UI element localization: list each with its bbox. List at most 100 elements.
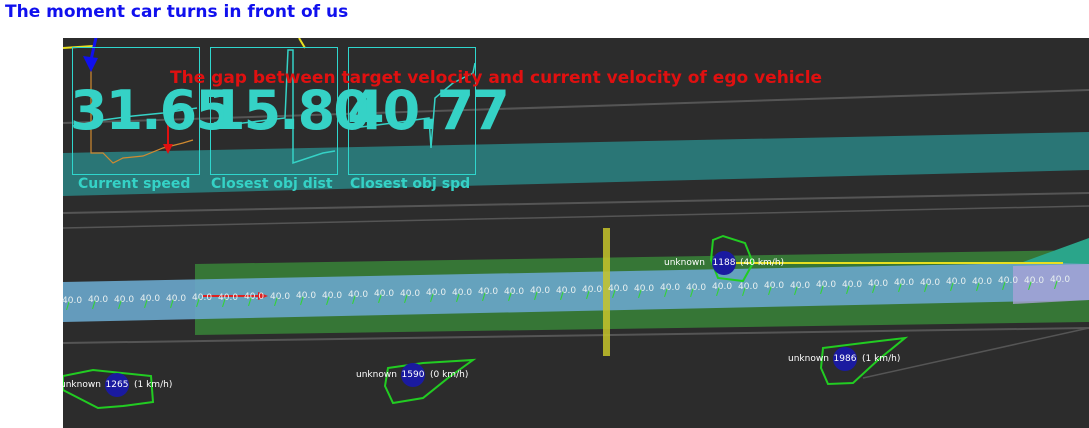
path-velocity-label: 40.0 bbox=[894, 278, 915, 289]
closest-obj-dist-label: Closest obj dist bbox=[211, 176, 333, 192]
path-waypoint-icon: ∕ bbox=[768, 286, 772, 298]
path-waypoint-icon: ∕ bbox=[196, 298, 200, 310]
path-velocity-label: 40.0 bbox=[374, 289, 395, 300]
path-waypoint-icon: ∕ bbox=[742, 286, 746, 298]
path-velocity-label: 40.0 bbox=[270, 291, 291, 302]
path-waypoint-icon: ∕ bbox=[1028, 280, 1032, 292]
object-speed-label: (1 km/h) bbox=[134, 380, 173, 390]
annotation-velocity-gap: The gap between target velocity and curr… bbox=[170, 68, 823, 88]
path-velocity-label: 40.0 bbox=[738, 281, 759, 292]
path-waypoint-icon: ∕ bbox=[638, 288, 642, 300]
path-waypoint-icon: ∕ bbox=[352, 294, 356, 306]
path-velocity-label: 40.0 bbox=[790, 280, 811, 291]
path-velocity-label: 40.0 bbox=[192, 293, 213, 304]
path-velocity-label: 40.0 bbox=[946, 277, 967, 288]
object-speed-label: (0 km/h) bbox=[430, 370, 469, 380]
path-velocity-label: 40.0 bbox=[140, 294, 161, 305]
path-velocity-label: 40.0 bbox=[556, 285, 577, 296]
path-velocity-label: 40.0 bbox=[426, 288, 447, 299]
path-waypoint-icon: ∕ bbox=[404, 293, 408, 305]
path-velocity-label: 40.0 bbox=[1024, 275, 1045, 286]
path-waypoint-icon: ∕ bbox=[794, 285, 798, 297]
path-waypoint-icon: ∕ bbox=[898, 283, 902, 295]
path-velocity-label: 40.0 bbox=[400, 288, 421, 299]
closest-obj-spd-value: 40.77 bbox=[347, 79, 510, 142]
path-waypoint-icon: ∕ bbox=[612, 289, 616, 301]
current-speed-label: Current speed bbox=[78, 176, 191, 192]
object-speed-label: (40 km/h) bbox=[740, 258, 785, 268]
path-velocity-label: 40.0 bbox=[634, 283, 655, 294]
path-waypoint-icon: ∕ bbox=[430, 293, 434, 305]
path-waypoint-icon: ∕ bbox=[118, 299, 122, 311]
path-velocity-label: 40.0 bbox=[166, 293, 187, 304]
path-waypoint-icon: ∕ bbox=[326, 295, 330, 307]
path-waypoint-icon: ∕ bbox=[248, 297, 252, 309]
path-waypoint-icon: ∕ bbox=[872, 283, 876, 295]
path-waypoint-icon: ∕ bbox=[66, 301, 70, 312]
path-waypoint-icon: ∕ bbox=[144, 299, 148, 311]
path-waypoint-icon: ∕ bbox=[846, 284, 850, 296]
path-velocity-label: 40.0 bbox=[868, 278, 889, 289]
path-velocity-label: 40.0 bbox=[504, 286, 525, 297]
path-velocity-label: 40.0 bbox=[582, 285, 603, 295]
path-waypoint-icon: ∕ bbox=[1002, 281, 1006, 293]
path-velocity-label: 40.0 bbox=[62, 296, 83, 306]
object-type-label: unknown bbox=[664, 258, 705, 268]
object-type-label: unknown bbox=[788, 354, 829, 364]
path-waypoint-icon: ∕ bbox=[170, 298, 174, 310]
path-waypoint-icon: ∕ bbox=[820, 285, 824, 297]
path-velocity-label: 40.0 bbox=[686, 282, 707, 293]
path-velocity-label: 40.0 bbox=[972, 276, 993, 287]
path-velocity-label: 40.0 bbox=[998, 276, 1019, 287]
path-velocity-label: 40.0 bbox=[816, 280, 837, 291]
object-type-label: unknown bbox=[356, 370, 397, 380]
path-velocity-label: 40.0 bbox=[218, 292, 239, 303]
road-line bbox=[862, 327, 1089, 379]
path-velocity-label: 40.0 bbox=[478, 287, 499, 298]
path-waypoint-icon: ∕ bbox=[586, 290, 590, 301]
current-speed-value: 31.65 bbox=[70, 79, 233, 142]
object-type-label: unknown bbox=[60, 380, 101, 390]
path-waypoint-icon: ∕ bbox=[664, 288, 668, 300]
path-waypoint-icon: ∕ bbox=[924, 282, 928, 294]
path-waypoint-icon: ∕ bbox=[456, 292, 460, 304]
path-velocity-label: 40.0 bbox=[608, 284, 629, 295]
path-waypoint-icon: ∕ bbox=[534, 291, 538, 303]
path-velocity-label: 40.0 bbox=[348, 289, 369, 300]
path-velocity-label: 40.0 bbox=[244, 292, 265, 303]
path-velocity-label: 40.0 bbox=[660, 283, 681, 294]
path-velocity-label: 40.0 bbox=[114, 294, 135, 305]
path-velocity-label: 40.0 bbox=[296, 291, 317, 302]
path-waypoint-icon: ∕ bbox=[976, 281, 980, 293]
path-waypoint-icon: ∕ bbox=[690, 287, 694, 299]
object-id-badge[interactable]: 1265 bbox=[105, 373, 129, 397]
path-waypoint-icon: ∕ bbox=[92, 300, 96, 312]
path-velocity-label: 40.0 bbox=[842, 279, 863, 290]
object-id-badge[interactable]: 1590 bbox=[401, 363, 425, 387]
path-waypoint-icon: ∕ bbox=[300, 296, 304, 308]
annotation-car-turn: The moment car turns in front of us bbox=[5, 2, 349, 22]
object-id-badge[interactable]: 1188 bbox=[712, 251, 736, 275]
path-velocity-label: 40.0 bbox=[452, 287, 473, 298]
path-waypoint-icon: ∕ bbox=[482, 292, 486, 304]
path-velocity-label: 40.0 bbox=[712, 282, 733, 293]
path-velocity-label: 40.0 bbox=[1050, 275, 1071, 286]
path-velocity-label: 40.0 bbox=[88, 295, 109, 306]
path-waypoint-icon: ∕ bbox=[716, 287, 720, 299]
closest-obj-dist-value: 15.80 bbox=[208, 79, 371, 142]
closest-obj-spd-label: Closest obj spd bbox=[350, 176, 471, 192]
path-velocity-label: 40.0 bbox=[920, 277, 941, 288]
object-outline-1590 bbox=[383, 358, 477, 405]
path-waypoint-icon: ∕ bbox=[1054, 280, 1058, 292]
path-waypoint-icon: ∕ bbox=[560, 290, 564, 302]
path-waypoint-icon: ∕ bbox=[274, 296, 278, 308]
path-velocity-label: 40.0 bbox=[322, 290, 343, 301]
path-waypoint-icon: ∕ bbox=[508, 291, 512, 303]
object-id-badge[interactable]: 1986 bbox=[833, 347, 857, 371]
path-waypoint-icon: ∕ bbox=[222, 297, 226, 309]
path-velocity-label: 40.0 bbox=[530, 286, 551, 297]
path-velocity-label: 40.0 bbox=[764, 281, 785, 292]
path-waypoint-icon: ∕ bbox=[378, 294, 382, 306]
object-speed-label: (1 km/h) bbox=[862, 354, 901, 364]
path-waypoint-icon: ∕ bbox=[950, 282, 954, 294]
